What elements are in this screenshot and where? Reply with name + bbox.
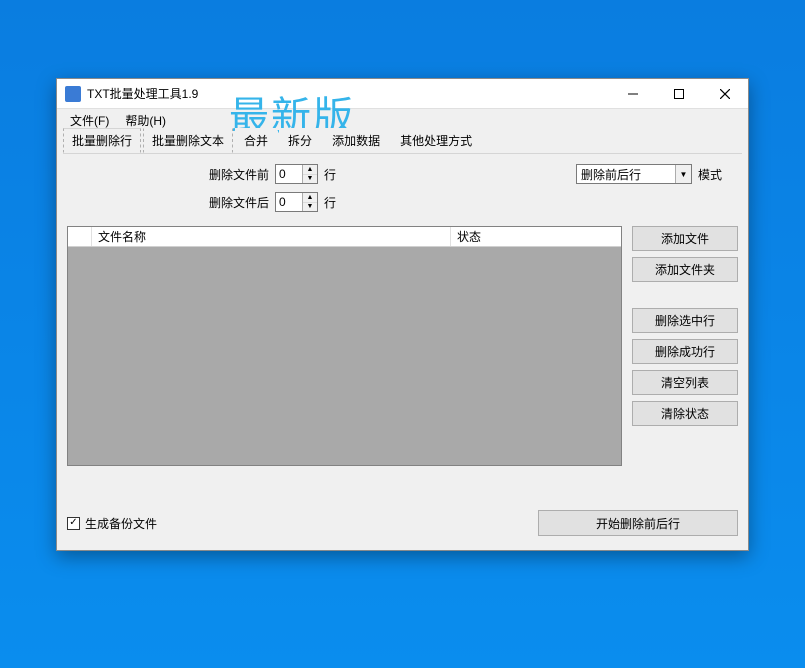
lines-unit-1: 行 — [324, 166, 336, 183]
checkbox-box[interactable]: ✓ — [67, 517, 80, 530]
footer: ✓ 生成备份文件 开始删除前后行 — [57, 496, 748, 550]
tab-content: 删除文件前 ▲ ▼ 行 删除前后行 ▼ 模式 删 — [57, 154, 748, 550]
mode-value: 删除前后行 — [577, 166, 675, 183]
window-controls — [610, 79, 748, 108]
settings-row-2: 删除文件后 ▲ ▼ 行 — [57, 188, 748, 222]
mode-combobox[interactable]: 删除前后行 ▼ — [576, 164, 692, 184]
tab-batch-delete-lines[interactable]: 批量删除行 — [63, 128, 141, 153]
clear-status-button[interactable]: 清除状态 — [632, 401, 738, 426]
window-title: TXT批量处理工具1.9 — [87, 85, 198, 102]
tab-add-data[interactable]: 添加数据 — [323, 128, 389, 153]
tabstrip: 批量删除行 批量删除文本 合并 拆分 添加数据 其他处理方式 — [57, 131, 748, 153]
chevron-down-icon[interactable]: ▼ — [675, 165, 691, 183]
table-col-status[interactable]: 状态 — [451, 227, 621, 246]
spinner-up-icon[interactable]: ▲ — [303, 165, 317, 175]
table-header: 文件名称 状态 — [68, 227, 621, 247]
start-button[interactable]: 开始删除前后行 — [538, 510, 738, 536]
spinner-down-icon[interactable]: ▼ — [303, 203, 317, 212]
minimize-button[interactable] — [610, 79, 656, 108]
delete-after-label: 删除文件后 — [209, 194, 269, 211]
delete-success-button[interactable]: 删除成功行 — [632, 339, 738, 364]
delete-before-label: 删除文件前 — [209, 166, 269, 183]
tab-split[interactable]: 拆分 — [279, 128, 321, 153]
file-table[interactable]: 文件名称 状态 — [67, 226, 622, 466]
clear-list-button[interactable]: 清空列表 — [632, 370, 738, 395]
delete-selected-button[interactable]: 删除选中行 — [632, 308, 738, 333]
maximize-button[interactable] — [656, 79, 702, 108]
side-buttons: 添加文件 添加文件夹 删除选中行 删除成功行 清空列表 清除状态 — [632, 226, 738, 496]
delete-after-spinner[interactable]: ▲ ▼ — [275, 192, 318, 212]
delete-before-spinner[interactable]: ▲ ▼ — [275, 164, 318, 184]
tab-merge[interactable]: 合并 — [235, 128, 277, 153]
add-file-button[interactable]: 添加文件 — [632, 226, 738, 251]
titlebar[interactable]: TXT批量处理工具1.9 — [57, 79, 748, 109]
app-icon — [65, 86, 81, 102]
table-col-filename[interactable]: 文件名称 — [92, 227, 451, 246]
spinner-down-icon[interactable]: ▼ — [303, 175, 317, 184]
tab-batch-delete-text[interactable]: 批量删除文本 — [143, 128, 233, 153]
delete-after-input[interactable] — [276, 193, 302, 211]
delete-before-input[interactable] — [276, 165, 302, 183]
backup-checkbox[interactable]: ✓ 生成备份文件 — [67, 515, 157, 532]
lines-unit-2: 行 — [324, 194, 336, 211]
main-area: 文件名称 状态 添加文件 添加文件夹 删除选中行 删除成功行 清空列表 清除状态 — [57, 222, 748, 496]
spinner-up-icon[interactable]: ▲ — [303, 193, 317, 203]
app-window: TXT批量处理工具1.9 文件(F) 帮助(H) 最新版 批量删除行 批量删除文… — [56, 78, 749, 551]
backup-checkbox-label: 生成备份文件 — [85, 515, 157, 532]
settings-row-1: 删除文件前 ▲ ▼ 行 删除前后行 ▼ 模式 — [57, 154, 748, 188]
table-col-blank[interactable] — [68, 227, 92, 246]
mode-label: 模式 — [698, 166, 722, 183]
add-folder-button[interactable]: 添加文件夹 — [632, 257, 738, 282]
close-button[interactable] — [702, 79, 748, 108]
table-body[interactable] — [68, 247, 621, 465]
tab-other-processing[interactable]: 其他处理方式 — [391, 128, 481, 153]
